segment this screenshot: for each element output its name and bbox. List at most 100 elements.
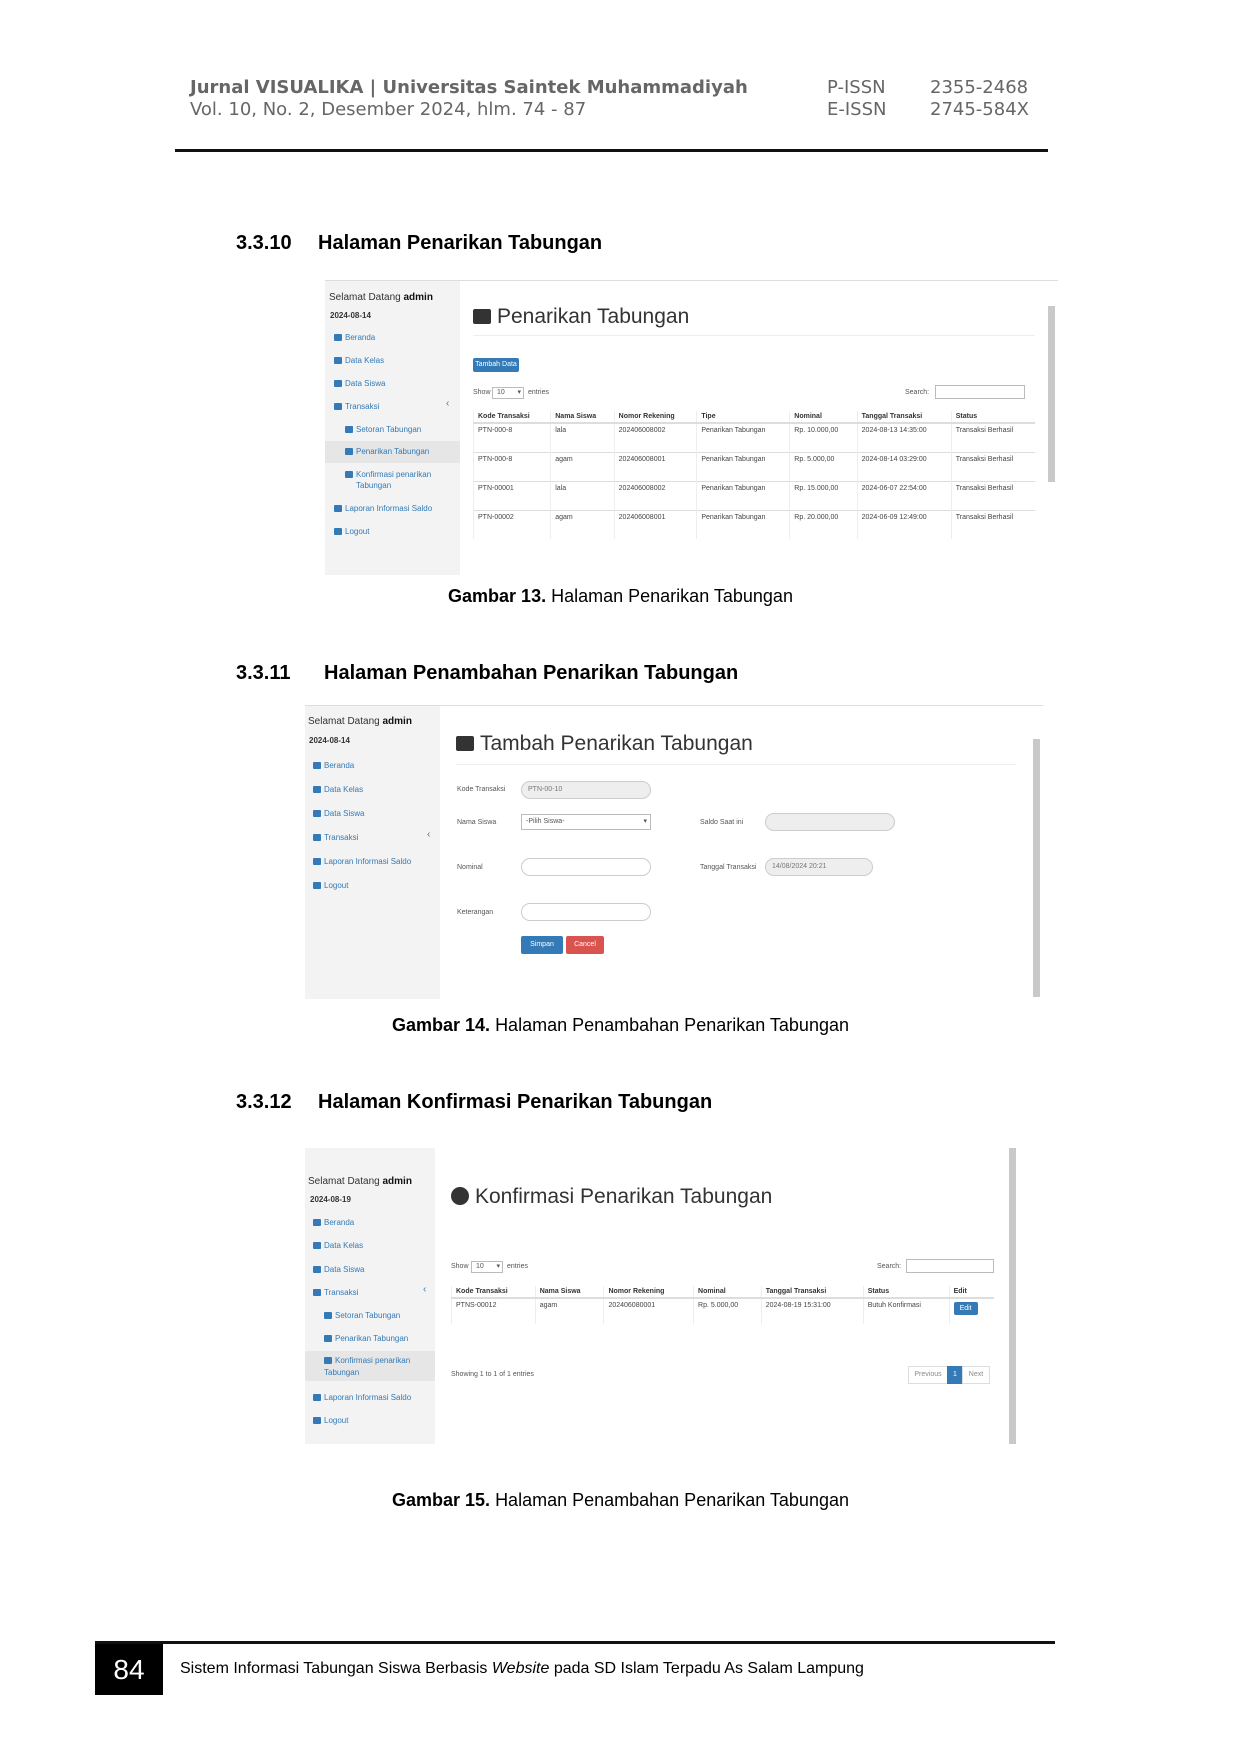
footer-text: Sistem Informasi Tabungan Siswa Berbasis…: [180, 1660, 864, 1677]
show-label: Show: [473, 389, 491, 396]
sidebar-item-konfirmasi-label[interactable]: Konfirmasi penarikan: [324, 1356, 410, 1365]
chevron-left-icon[interactable]: ‹: [427, 829, 430, 840]
sidebar-item-setoran[interactable]: Setoran Tabungan: [345, 425, 421, 434]
table-row: PTN-00001 lala 202406008002 Penarikan Tabun…: [472, 480, 1035, 510]
table-cell: Transaksi Berhasil: [950, 451, 1035, 481]
table-cell: Transaksi Berhasil: [950, 509, 1035, 539]
column-header[interactable]: Nominal: [693, 1286, 762, 1299]
next-button[interactable]: Next: [962, 1366, 990, 1384]
kode-transaksi-field[interactable]: PTN-00-10: [521, 781, 651, 799]
journal-title: Jurnal VISUALIKA | Universitas Saintek M…: [190, 77, 748, 98]
table-cell: PTN-000-8: [472, 451, 551, 481]
sidebar-item-penarikan[interactable]: Penarikan Tabungan: [325, 441, 460, 463]
sidebar-item-data-siswa[interactable]: Data Siswa: [313, 809, 364, 818]
scrollbar[interactable]: [1009, 1148, 1016, 1444]
sidebar-item-data-kelas[interactable]: Data Kelas: [334, 356, 384, 365]
scrollbar[interactable]: [1033, 739, 1040, 997]
nama-label: Nama Siswa: [457, 819, 497, 826]
sidebar-item-beranda[interactable]: Beranda: [334, 333, 375, 342]
table-cell: PTN-000-8: [472, 422, 551, 452]
sidebar-item-beranda[interactable]: Beranda: [313, 1218, 354, 1227]
page-1-button[interactable]: 1: [947, 1366, 963, 1384]
column-header[interactable]: Tipe: [696, 411, 790, 424]
book-icon: [334, 505, 342, 513]
figure-14-screenshot: Selamat Datang admin 2024-08-14 Beranda …: [305, 705, 1043, 999]
sidebar-item-konfirmasi[interactable]: Konfirmasi penarikan: [345, 470, 431, 479]
nominal-field[interactable]: [521, 858, 651, 876]
table-cell: PTN-00002: [472, 509, 551, 539]
welcome-text: Selamat Datang admin: [308, 1176, 412, 1187]
keterangan-label: Keterangan: [457, 909, 494, 916]
saldo-field[interactable]: [765, 813, 895, 831]
showing-info: Showing 1 to 1 of 1 entries: [451, 1371, 534, 1378]
edit-button[interactable]: Edit: [953, 1302, 978, 1315]
sidebar-item-laporan[interactable]: Laporan Informasi Saldo: [313, 1393, 411, 1402]
sidebar-item-beranda[interactable]: Beranda: [313, 761, 354, 770]
sidebar-item-transaksi[interactable]: Transaksi: [334, 402, 379, 411]
tambah-data-button[interactable]: Tambah Data: [473, 358, 519, 372]
page-length-select[interactable]: 10 ▾: [471, 1261, 503, 1273]
pissn-label: P-ISSN: [827, 77, 886, 98]
sidebar-item-laporan[interactable]: Laporan Informasi Saldo: [313, 857, 411, 866]
chevron-left-icon[interactable]: ‹: [446, 398, 449, 409]
search-input[interactable]: [906, 1259, 994, 1273]
sidebar: Selamat Datang admin 2024-08-14 Beranda …: [325, 281, 460, 575]
figure-15-caption: Gambar 15. Halaman Penambahan Penarikan …: [391, 1490, 849, 1510]
figure-13-screenshot: Selamat Datang admin 2024-08-14 Beranda …: [325, 280, 1058, 575]
sidebar-item-logout[interactable]: Logout: [313, 1416, 348, 1425]
previous-button[interactable]: Previous: [908, 1366, 948, 1384]
page-length-select[interactable]: 10 ▾: [492, 387, 524, 399]
pissn-value: 2355-2468: [930, 77, 1029, 98]
keterangan-field[interactable]: [521, 903, 651, 921]
column-header[interactable]: Kode Transaksi: [472, 411, 551, 424]
sidebar-item-laporan[interactable]: Laporan Informasi Saldo: [334, 504, 432, 513]
footer-rule: [95, 1641, 1055, 1644]
column-header[interactable]: Nama Siswa: [550, 411, 615, 424]
table-cell: Rp. 5.000,00: [789, 451, 858, 481]
sidebar-item-logout[interactable]: Logout: [334, 527, 369, 536]
sidebar-item-data-siswa[interactable]: Data Siswa: [334, 379, 385, 388]
entries-label: entries: [528, 389, 550, 396]
simpan-button[interactable]: Simpan: [521, 936, 563, 954]
column-header[interactable]: Tanggal Transaksi: [760, 1286, 864, 1299]
figure-15-screenshot: Selamat Datang admin 2024-08-19 Beranda …: [305, 1148, 1016, 1444]
sidebar-item-data-kelas[interactable]: Data Kelas: [313, 1241, 363, 1250]
table-cell: 2024-06-09 12:49:00: [856, 509, 952, 539]
tanggal-field[interactable]: 14/08/2024 20:21: [765, 858, 873, 876]
sidebar-item-data-kelas[interactable]: Data Kelas: [313, 785, 363, 794]
chevron-down-icon: ▾: [496, 1263, 500, 1270]
cancel-button[interactable]: Cancel: [566, 936, 604, 954]
page-title: Penarikan Tabungan: [473, 305, 689, 329]
scrollbar[interactable]: [1048, 306, 1055, 482]
sidebar-item-transaksi[interactable]: Transaksi: [313, 833, 358, 842]
column-header[interactable]: Status: [950, 411, 1035, 424]
column-header[interactable]: Nominal: [789, 411, 858, 424]
sidebar-item-penarikan[interactable]: Penarikan Tabungan: [324, 1334, 408, 1343]
current-date: 2024-08-14: [309, 736, 350, 745]
table-cell: 202406080001: [603, 1297, 694, 1324]
column-header[interactable]: Nomor Rekening: [613, 411, 697, 424]
column-header[interactable]: Tanggal Transaksi: [856, 411, 952, 424]
column-header[interactable]: Status: [862, 1286, 950, 1299]
column-header[interactable]: Kode Transaksi: [451, 1286, 536, 1299]
chevron-left-icon[interactable]: ‹: [423, 1284, 426, 1295]
search-label: Search:: [877, 1263, 902, 1270]
book-icon: [313, 1394, 321, 1402]
list-icon: [334, 357, 342, 365]
sidebar-item-konfirmasi-line2[interactable]: Tabungan: [324, 1368, 359, 1377]
table-row: PTNS-00012 agam 202406080001 Rp. 5.000,00 20…: [451, 1297, 994, 1324]
column-header[interactable]: Nomor Rekening: [603, 1286, 694, 1299]
table-cell: Rp. 10.000,00: [789, 422, 858, 452]
column-header[interactable]: Nama Siswa: [534, 1286, 604, 1299]
sidebar-item-logout[interactable]: Logout: [313, 881, 348, 890]
sidebar-item-data-siswa[interactable]: Data Siswa: [313, 1265, 364, 1274]
sidebar-item-konfirmasi-line2[interactable]: Tabungan: [356, 481, 391, 490]
nama-siswa-select[interactable]: -Pilih Siswa- ▾: [521, 814, 651, 830]
page-number: 84: [95, 1644, 163, 1695]
column-header[interactable]: Edit: [948, 1286, 994, 1299]
table-cell: Penarikan Tabungan: [696, 480, 790, 510]
sidebar-item-setoran[interactable]: Setoran Tabungan: [324, 1311, 400, 1320]
sidebar-item-transaksi[interactable]: Transaksi: [313, 1288, 358, 1297]
search-input[interactable]: [935, 385, 1025, 399]
welcome-text: Selamat Datang admin: [329, 292, 433, 303]
